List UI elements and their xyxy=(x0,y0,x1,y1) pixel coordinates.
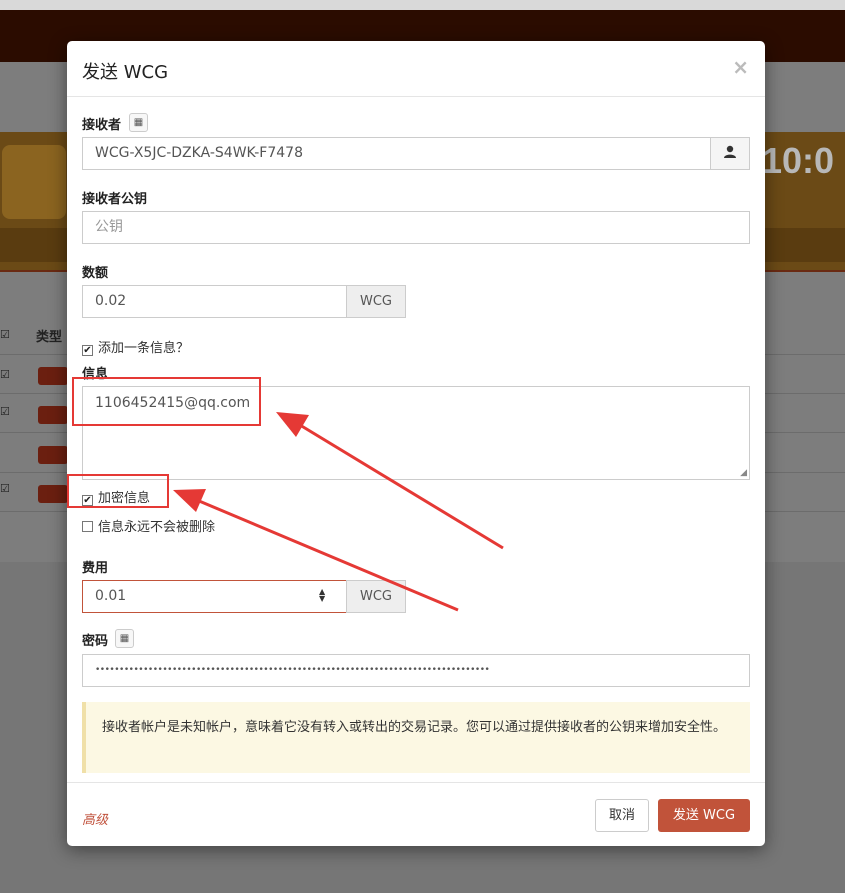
add-message-checkbox[interactable]: ✔ 添加一条信息？ xyxy=(82,337,189,356)
briefcase-icon xyxy=(2,145,66,219)
modal-title: 发送 WCG xyxy=(82,62,169,83)
password-input[interactable]: ••••••••••••••••••••••••••••••••••••••••… xyxy=(82,654,750,687)
checkbox-icon: ☑ xyxy=(0,405,10,418)
contacts-button[interactable] xyxy=(710,137,750,170)
resize-grip-icon[interactable]: ◢ xyxy=(740,468,747,478)
annotation-highlight-encrypt xyxy=(67,474,169,508)
qr-code-icon[interactable]: ▦ xyxy=(129,113,148,132)
transaction-type-badge xyxy=(38,367,68,385)
user-icon xyxy=(724,145,736,158)
checkbox-unchecked-icon[interactable] xyxy=(82,521,93,532)
amount-unit: WCG xyxy=(346,285,406,318)
browser-bookmark-bar xyxy=(0,0,845,10)
amount-label: 数额 xyxy=(82,266,109,281)
checkbox-icon: ☑ xyxy=(0,368,10,381)
modal-footer: 高级 取消 发送 WCG xyxy=(67,782,765,846)
number-spinner-icon[interactable]: ▲ ▼ xyxy=(319,588,325,603)
fee-unit: WCG xyxy=(346,580,406,613)
recipient-public-key-input[interactable]: 公钥 xyxy=(82,211,750,244)
modal-header: 发送 WCG × xyxy=(67,41,765,97)
cancel-button[interactable]: 取消 xyxy=(595,799,649,832)
table-header-type: 类型 xyxy=(36,330,63,345)
password-label: 密码 xyxy=(82,634,109,649)
dashboard-clock: 10:0 xyxy=(762,140,835,181)
recipient-label: 接收者 xyxy=(82,118,122,133)
checkbox-icon: ☑ xyxy=(0,482,10,495)
transaction-type-badge xyxy=(38,406,68,424)
permanent-message-label: 信息永远不会被删除 xyxy=(98,520,216,535)
amount-input[interactable]: 0.02 xyxy=(82,285,347,318)
qr-code-icon[interactable]: ▦ xyxy=(115,629,134,648)
advanced-link[interactable]: 高级 xyxy=(82,809,108,828)
transaction-type-badge xyxy=(38,485,68,503)
add-message-label: 添加一条信息？ xyxy=(98,341,190,356)
checkbox-icon: ☑ xyxy=(0,328,10,341)
transaction-type-badge xyxy=(38,446,68,464)
fee-input[interactable]: 0.01 xyxy=(82,580,347,613)
fee-label: 费用 xyxy=(82,561,109,576)
recipient-public-key-label: 接收者公钥 xyxy=(82,192,148,207)
unknown-account-warning: 接收者帐户是未知帐户，意味着它没有转入或转出的交易记录。您可以通过提供接收者的公… xyxy=(82,702,750,773)
send-wcg-button[interactable]: 发送 WCG xyxy=(658,799,750,832)
annotation-highlight-message xyxy=(72,377,261,426)
recipient-input[interactable]: WCG-X5JC-DZKA-S4WK-F7478 xyxy=(82,137,711,170)
close-icon[interactable]: × xyxy=(732,55,749,79)
permanent-message-checkbox[interactable]: 信息永远不会被删除 xyxy=(82,516,215,535)
send-wcg-modal: 发送 WCG × 接收者 ▦ WCG-X5JC-DZKA-S4WK-F7478 … xyxy=(67,41,765,846)
checkbox-checked-icon[interactable]: ✔ xyxy=(82,345,93,356)
